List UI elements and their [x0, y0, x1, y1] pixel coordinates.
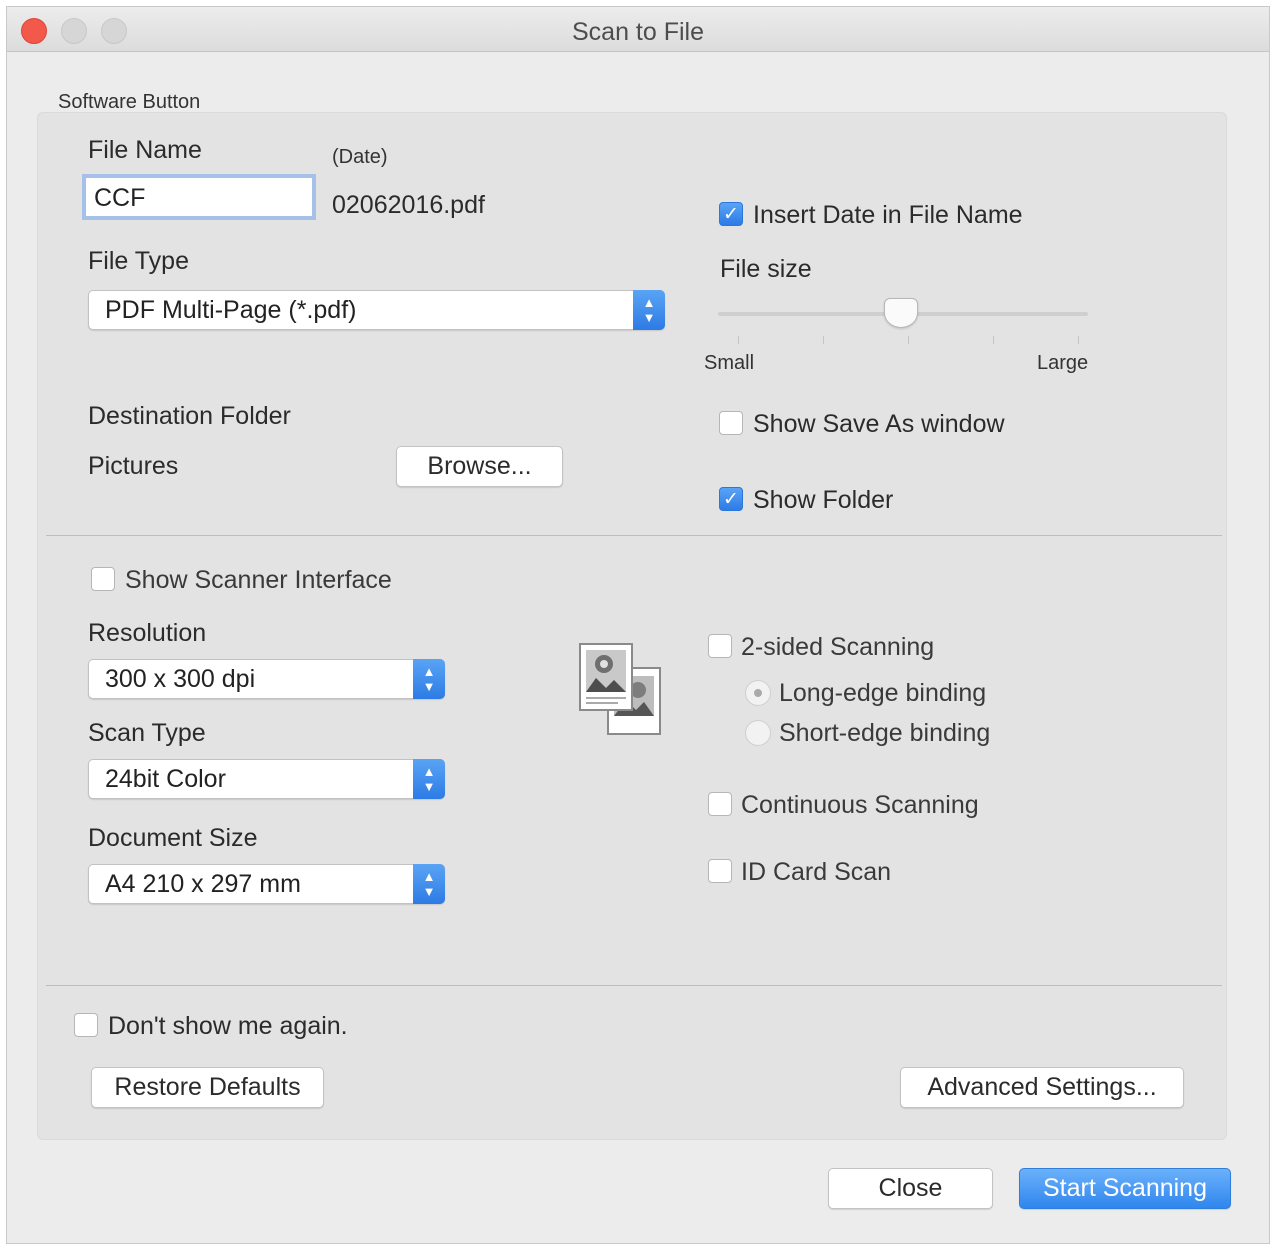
slider-tick: [908, 336, 909, 344]
date-label: (Date): [332, 146, 388, 168]
file-name-input[interactable]: CCF: [82, 174, 316, 220]
scan-type-label: Scan Type: [88, 719, 206, 747]
browse-button[interactable]: Browse...: [396, 446, 563, 487]
show-scanner-interface-label: Show Scanner Interface: [125, 566, 392, 594]
file-type-label: File Type: [88, 247, 189, 275]
file-name-suffix: 02062016.pdf: [332, 191, 485, 219]
destination-folder-value: Pictures: [88, 452, 179, 480]
restore-defaults-button[interactable]: Restore Defaults: [91, 1067, 324, 1108]
show-save-as-label: Show Save As window: [753, 410, 1005, 438]
long-edge-binding-label: Long-edge binding: [779, 679, 987, 707]
show-scanner-interface-checkbox[interactable]: [91, 567, 115, 591]
file-name-label: File Name: [88, 136, 202, 164]
resolution-label: Resolution: [88, 619, 207, 647]
id-card-scan-label: ID Card Scan: [741, 858, 892, 886]
short-edge-binding-label: Short-edge binding: [779, 719, 991, 747]
advanced-settings-button[interactable]: Advanced Settings...: [900, 1067, 1184, 1108]
title-bar: Scan to File: [7, 7, 1269, 52]
chevron-up-down-icon: ▲ ▼: [413, 759, 445, 799]
checkmark-icon: ✓: [723, 489, 739, 510]
window-title: Scan to File: [571, 18, 704, 46]
file-type-select[interactable]: PDF Multi-Page (*.pdf) ▲ ▼: [88, 290, 665, 330]
file-size-slider-thumb[interactable]: [884, 298, 918, 328]
two-sided-scanning-label: 2-sided Scanning: [741, 633, 935, 661]
scan-type-value: 24bit Color: [105, 765, 226, 793]
document-size-value: A4 210 x 297 mm: [105, 870, 301, 898]
long-edge-binding-radio[interactable]: [745, 680, 771, 706]
slider-min-label: Small: [704, 352, 755, 374]
show-folder-checkbox[interactable]: ✓: [719, 487, 743, 511]
continuous-scanning-checkbox[interactable]: [708, 792, 732, 816]
scan-type-select[interactable]: 24bit Color ▲ ▼: [88, 759, 445, 799]
slider-tick: [1078, 336, 1079, 344]
destination-folder-label: Destination Folder: [88, 402, 291, 430]
slider-tick: [738, 336, 739, 344]
scanned-pages-icon: [579, 643, 661, 735]
show-folder-label: Show Folder: [753, 486, 894, 514]
two-sided-scanning-checkbox[interactable]: [708, 634, 732, 658]
chevron-up-down-icon: ▲ ▼: [413, 659, 445, 699]
checkmark-icon: ✓: [723, 204, 739, 225]
file-size-label: File size: [720, 255, 812, 283]
slider-max-label: Large: [1037, 352, 1089, 374]
insert-date-label: Insert Date in File Name: [753, 201, 1023, 229]
chevron-up-down-icon: ▲ ▼: [633, 290, 665, 330]
slider-tick: [823, 336, 824, 344]
document-size-label: Document Size: [88, 824, 258, 852]
section-divider: [46, 985, 1222, 986]
start-scanning-button[interactable]: Start Scanning: [1019, 1168, 1231, 1209]
dont-show-again-checkbox[interactable]: [74, 1013, 98, 1037]
insert-date-checkbox[interactable]: ✓: [719, 202, 743, 226]
resolution-select[interactable]: 300 x 300 dpi ▲ ▼: [88, 659, 445, 699]
continuous-scanning-label: Continuous Scanning: [741, 791, 979, 819]
id-card-scan-checkbox[interactable]: [708, 859, 732, 883]
file-type-value: PDF Multi-Page (*.pdf): [105, 296, 357, 324]
dont-show-again-label: Don't show me again.: [108, 1012, 348, 1040]
close-button[interactable]: Close: [828, 1168, 993, 1209]
resolution-value: 300 x 300 dpi: [105, 665, 256, 693]
chevron-up-down-icon: ▲ ▼: [413, 864, 445, 904]
section-divider: [46, 535, 1222, 536]
short-edge-binding-radio[interactable]: [745, 720, 771, 746]
document-size-select[interactable]: A4 210 x 297 mm ▲ ▼: [88, 864, 445, 904]
slider-tick: [993, 336, 994, 344]
group-label: Software Button: [58, 91, 201, 113]
show-save-as-checkbox[interactable]: [719, 411, 743, 435]
